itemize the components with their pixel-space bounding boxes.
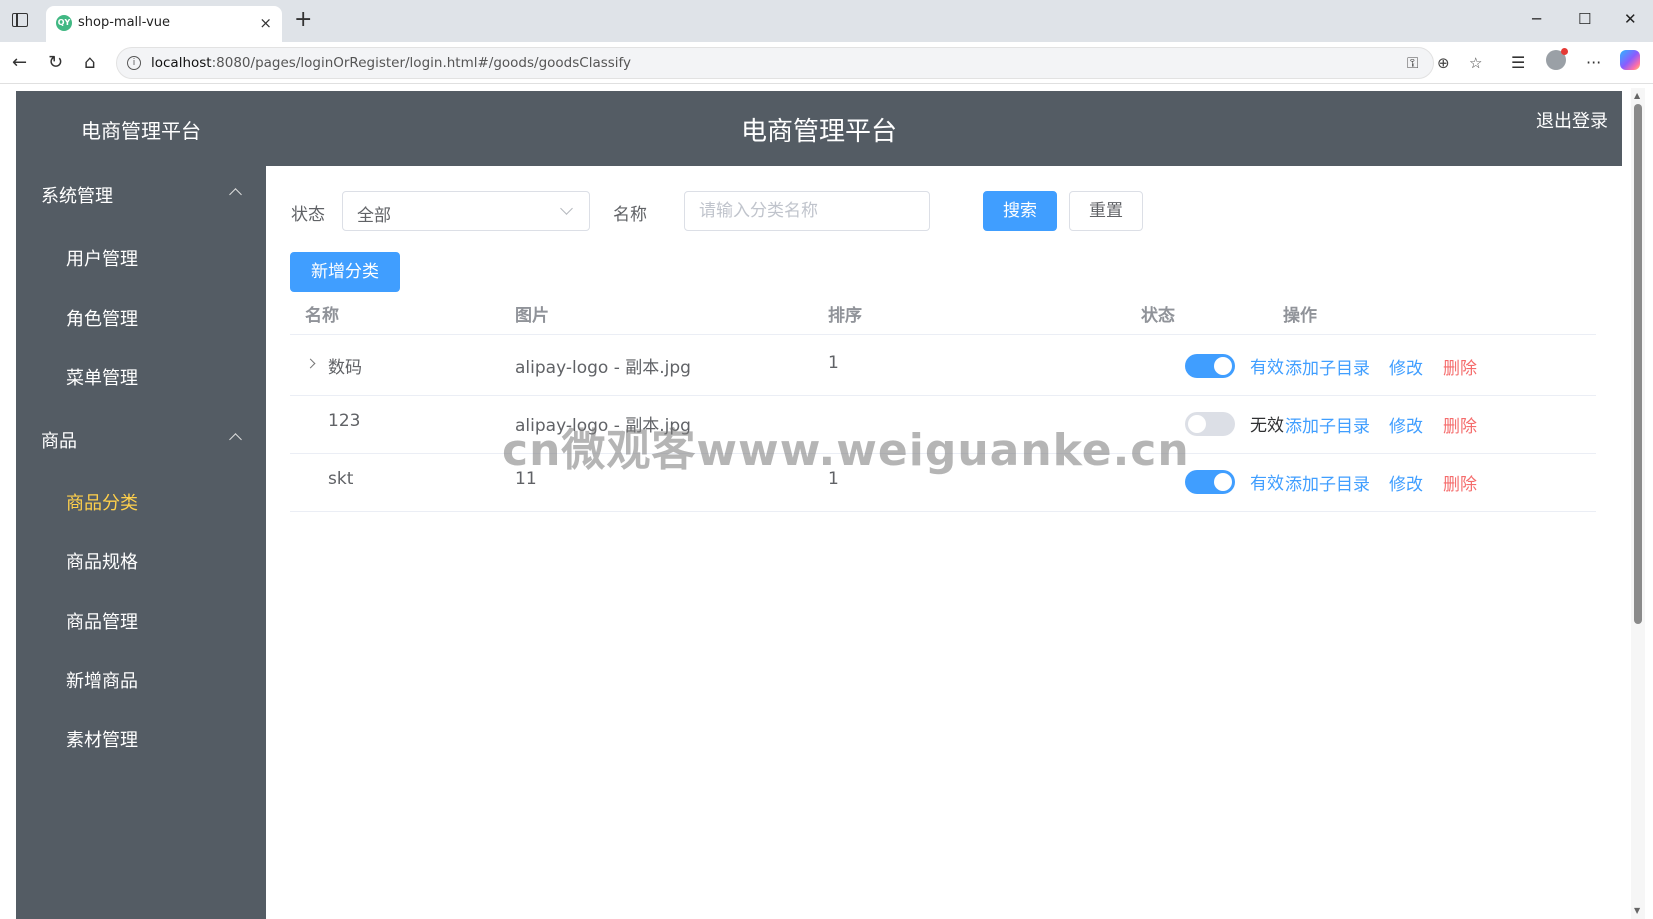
tab-actions-icon[interactable] — [12, 13, 28, 27]
sidebar-item-goods-manage[interactable]: 商品管理 — [16, 592, 266, 648]
app-header: 电商管理平台 电商管理平台 退出登录 — [16, 91, 1622, 166]
cell-name: 数码 — [328, 358, 362, 378]
cell-name: skt — [328, 469, 354, 489]
name-search-input[interactable] — [684, 191, 930, 231]
logout-link[interactable]: 退出登录 — [1536, 107, 1608, 133]
sidebar-item-label: 菜单管理 — [66, 368, 138, 389]
main-content: 状态 全部 名称 搜索 重置 新增分类 名称 图片 排序 状态 操作 数码 al… — [266, 166, 1622, 919]
column-header-sort: 排序 — [828, 306, 862, 326]
password-key-icon[interactable]: ⚿ — [1407, 54, 1418, 72]
column-header-actions: 操作 — [1283, 306, 1317, 326]
status-switch[interactable] — [1185, 470, 1235, 494]
name-filter-label: 名称 — [613, 205, 647, 225]
sidebar-group-label: 商品 — [41, 431, 77, 452]
switch-knob — [1188, 415, 1206, 433]
switch-knob — [1214, 357, 1232, 375]
sidebar-item-label: 用户管理 — [66, 249, 138, 270]
status-select-value: 全部 — [357, 206, 391, 226]
maximize-icon[interactable]: ☐ — [1578, 10, 1591, 28]
url-field[interactable]: i localhost:8080/pages/loginOrRegister/l… — [116, 47, 1482, 79]
page-scrollbar[interactable]: ▲ ▼ — [1631, 88, 1645, 919]
sidebar-item-label: 商品管理 — [66, 612, 138, 633]
add-child-link[interactable]: 添加子目录 — [1285, 412, 1370, 437]
status-select[interactable]: 全部 — [342, 191, 590, 231]
tab-title: shop-mall-vue — [78, 15, 171, 30]
status-switch[interactable] — [1185, 412, 1235, 436]
app-root: 电商管理平台 电商管理平台 退出登录 系统管理 用户管理 角色管理 菜单管理 商… — [16, 91, 1622, 919]
add-child-link[interactable]: 添加子目录 — [1285, 470, 1370, 495]
favorite-star-icon[interactable]: ☆ — [1469, 54, 1482, 72]
edit-link[interactable]: 修改 — [1389, 470, 1423, 495]
back-icon[interactable]: ← — [12, 52, 27, 73]
vue-favicon-icon: QY — [56, 15, 72, 31]
status-switch[interactable] — [1185, 354, 1235, 378]
sidebar-group-system[interactable]: 系统管理 — [16, 166, 266, 222]
sidebar-item-menus[interactable]: 菜单管理 — [16, 348, 266, 404]
minimize-icon[interactable]: ─ — [1532, 10, 1541, 28]
reset-button[interactable]: 重置 — [1069, 191, 1143, 231]
cell-image: alipay-logo - 副本.jpg — [515, 358, 691, 378]
browser-tabbar: QY shop-mall-vue × + ─ ☐ ✕ — [0, 0, 1653, 42]
status-switch-text: 有效 — [1250, 358, 1284, 378]
url-path: :8080/pages/loginOrRegister/login.html#/… — [211, 55, 632, 71]
delete-link[interactable]: 删除 — [1443, 470, 1477, 495]
window-close-icon[interactable]: ✕ — [1624, 10, 1637, 28]
more-icon[interactable]: ··· — [1586, 53, 1601, 72]
sidebar-item-label: 新增商品 — [66, 671, 138, 692]
watermark: cn微观客www.weiguanke.cn — [502, 425, 1190, 476]
edit-link[interactable]: 修改 — [1389, 412, 1423, 437]
search-button[interactable]: 搜索 — [983, 191, 1057, 231]
sidebar-item-goods-spec[interactable]: 商品规格 — [16, 532, 266, 588]
sidebar-item-users[interactable]: 用户管理 — [16, 229, 266, 285]
cell-sort: 1 — [828, 353, 839, 373]
scroll-up-icon[interactable]: ▲ — [1634, 91, 1640, 100]
url-text: localhost:8080/pages/loginOrRegister/log… — [151, 55, 631, 71]
sidebar-item-roles[interactable]: 角色管理 — [16, 289, 266, 345]
sidebar-item-label: 商品分类 — [66, 493, 138, 514]
sidebar-item-goods-classify[interactable]: 商品分类 — [16, 473, 266, 529]
status-switch-text: 无效 — [1250, 416, 1284, 436]
sidebar: 系统管理 用户管理 角色管理 菜单管理 商品 商品分类 商品规格 商品管理 新增… — [16, 166, 266, 919]
sidebar-item-label: 素材管理 — [66, 730, 138, 751]
add-child-link[interactable]: 添加子目录 — [1285, 354, 1370, 379]
profile-avatar[interactable] — [1546, 48, 1568, 70]
new-tab-icon[interactable]: + — [294, 8, 312, 32]
sidebar-group-label: 系统管理 — [41, 186, 113, 207]
sidebar-item-materials[interactable]: 素材管理 — [16, 710, 266, 766]
switch-knob — [1214, 473, 1232, 491]
page-title: 电商管理平台 — [740, 117, 897, 147]
tab-close-icon[interactable]: × — [259, 14, 272, 32]
site-info-icon[interactable]: i — [127, 56, 141, 70]
address-bar: ← ↻ ⌂ i localhost:8080/pages/loginOrRegi… — [0, 42, 1653, 84]
column-header-name: 名称 — [305, 306, 339, 326]
column-header-image: 图片 — [515, 306, 549, 326]
sidebar-item-label: 角色管理 — [66, 309, 138, 330]
zoom-icon[interactable]: ⊕ — [1437, 54, 1450, 72]
browser-tab[interactable]: QY shop-mall-vue × — [46, 6, 282, 42]
expand-arrow-icon[interactable] — [305, 358, 316, 369]
reload-icon[interactable]: ↻ — [48, 52, 63, 73]
sidebar-item-label: 商品规格 — [66, 552, 138, 573]
chevron-down-icon — [560, 202, 573, 215]
table-row: 数码 alipay-logo - 副本.jpg 1 有效 添加子目录 修改 删除 — [290, 335, 1596, 396]
status-switch-text: 有效 — [1250, 474, 1284, 494]
scroll-down-icon[interactable]: ▼ — [1634, 906, 1640, 915]
scroll-thumb[interactable] — [1634, 104, 1642, 624]
delete-link[interactable]: 删除 — [1443, 354, 1477, 379]
edit-link[interactable]: 修改 — [1389, 354, 1423, 379]
cell-name: 123 — [328, 411, 361, 431]
sidebar-item-add-goods[interactable]: 新增商品 — [16, 651, 266, 707]
delete-link[interactable]: 删除 — [1443, 412, 1477, 437]
favorites-icon[interactable]: ☰ — [1511, 53, 1525, 72]
chevron-up-icon — [229, 188, 242, 201]
table-header: 名称 图片 排序 状态 操作 — [290, 293, 1596, 335]
copilot-icon[interactable] — [1620, 50, 1640, 70]
sidebar-group-goods[interactable]: 商品 — [16, 411, 266, 467]
column-header-status: 状态 — [1141, 306, 1175, 326]
url-host: localhost — [151, 55, 212, 71]
chevron-up-icon — [229, 433, 242, 446]
add-category-button[interactable]: 新增分类 — [290, 252, 400, 292]
home-icon[interactable]: ⌂ — [84, 52, 95, 73]
status-filter-label: 状态 — [291, 205, 325, 225]
